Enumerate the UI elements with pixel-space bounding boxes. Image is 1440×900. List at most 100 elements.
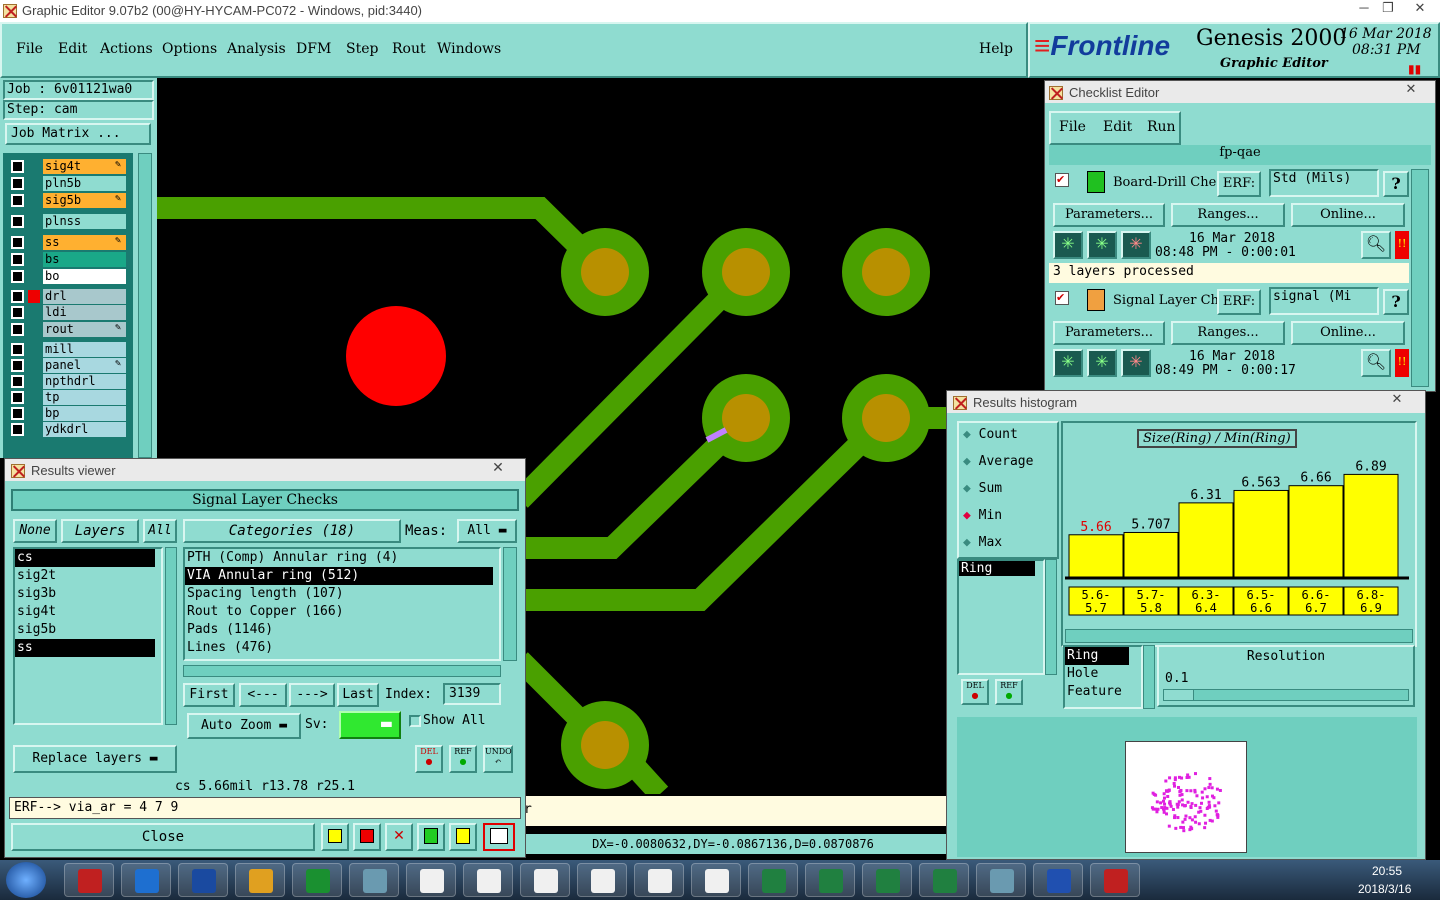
- result-layer-item[interactable]: sig5b: [15, 621, 155, 639]
- excel-icon[interactable]: [862, 863, 912, 897]
- save-icon[interactable]: [178, 863, 228, 897]
- layer-checkbox[interactable]: [11, 270, 24, 283]
- excel-icon[interactable]: [748, 863, 798, 897]
- genesis-window-icon[interactable]: [634, 863, 684, 897]
- feature-item[interactable]: Feature: [1065, 683, 1129, 701]
- layer-row[interactable]: plnss: [11, 214, 126, 229]
- checklist-scrollbar[interactable]: [1411, 169, 1429, 387]
- layer-checkbox[interactable]: [11, 194, 24, 207]
- zoom-icon[interactable]: 🔍︎: [1361, 231, 1391, 259]
- histogram-item-scrollbar[interactable]: [1045, 559, 1057, 675]
- menu-options[interactable]: Options: [162, 41, 217, 57]
- maximize-button[interactable]: ❐: [1376, 0, 1400, 16]
- menu-help[interactable]: Help: [979, 41, 1013, 57]
- check-1-online[interactable]: Online...: [1291, 203, 1405, 227]
- next-button[interactable]: --->: [289, 683, 335, 707]
- show-all-checkbox[interactable]: [409, 715, 421, 727]
- excel-icon[interactable]: [805, 863, 855, 897]
- checklist-menu-run[interactable]: Run: [1147, 119, 1176, 135]
- layer-checkbox[interactable]: [11, 215, 24, 228]
- layer-checkbox[interactable]: [11, 423, 24, 436]
- network-icon[interactable]: [349, 863, 399, 897]
- app-icon[interactable]: [64, 863, 114, 897]
- minimap-view[interactable]: [1125, 741, 1247, 853]
- layer-row[interactable]: npthdrl: [11, 374, 126, 389]
- menu-actions[interactable]: Actions: [100, 41, 153, 57]
- layers-button[interactable]: Layers: [61, 519, 139, 543]
- del-button[interactable]: DEL ●: [415, 745, 443, 773]
- results-viewer-close[interactable]: ✕: [477, 459, 519, 476]
- index-input[interactable]: 3139: [443, 683, 501, 705]
- layer-checkbox[interactable]: [11, 290, 24, 303]
- result-layer-item[interactable]: sig4t: [15, 603, 155, 621]
- layer-row[interactable]: ldi: [11, 305, 126, 320]
- layer-row[interactable]: mill: [11, 342, 126, 357]
- check-2-online[interactable]: Online...: [1291, 321, 1405, 345]
- histogram-bar[interactable]: [1068, 534, 1124, 578]
- ref-button[interactable]: REF ●: [449, 745, 477, 773]
- layer-checkbox[interactable]: [11, 236, 24, 249]
- feature-item[interactable]: Hole: [1065, 665, 1129, 683]
- category-item[interactable]: PTH (Comp) Annular ring (4): [185, 549, 493, 567]
- shell-icon[interactable]: [235, 863, 285, 897]
- checklist-menu-edit[interactable]: Edit: [1103, 119, 1132, 135]
- frontline-icon[interactable]: [292, 863, 342, 897]
- layer-checkbox[interactable]: [11, 160, 24, 173]
- result-layer-item[interactable]: ss: [15, 639, 155, 657]
- run-icon[interactable]: ✳: [1053, 349, 1083, 377]
- layer-row[interactable]: ss ✎: [11, 235, 126, 250]
- check-2-parameters[interactable]: Parameters...: [1053, 321, 1165, 345]
- categories-button[interactable]: Categories (18): [183, 519, 401, 543]
- histogram-bar[interactable]: [1343, 473, 1399, 578]
- genesis-window-icon[interactable]: [520, 863, 570, 897]
- check-1-parameters[interactable]: Parameters...: [1053, 203, 1165, 227]
- checklist-close[interactable]: ✕: [1391, 81, 1431, 97]
- sv-color-dropdown[interactable]: ▬: [339, 711, 401, 739]
- none-button[interactable]: None: [13, 519, 57, 543]
- category-item[interactable]: Lines (476): [185, 639, 493, 657]
- check-2-ranges[interactable]: Ranges...: [1171, 321, 1285, 345]
- genesis-window-icon[interactable]: [406, 863, 456, 897]
- mode-radio-max[interactable]: ◆ Max: [963, 535, 1002, 550]
- category-hscrollbar[interactable]: [183, 665, 501, 677]
- layer-row[interactable]: drl: [11, 289, 126, 304]
- replace-layers-dropdown[interactable]: Replace layers ▬: [13, 745, 177, 773]
- check-2-erf-value[interactable]: signal (Mi: [1269, 287, 1379, 315]
- job-matrix-button[interactable]: Job Matrix ...: [5, 123, 151, 145]
- menu-file[interactable]: File: [16, 41, 43, 57]
- tool-icon-3[interactable]: ✕: [385, 823, 413, 851]
- menu-rout[interactable]: Rout: [392, 41, 426, 57]
- layer-row[interactable]: sig4t ✎: [11, 159, 126, 174]
- layer-row[interactable]: tp: [11, 390, 126, 405]
- histogram-item[interactable]: Ring: [959, 561, 1035, 576]
- layer-row[interactable]: sig5b ✎: [11, 193, 126, 208]
- run-icon[interactable]: ✳: [1053, 231, 1083, 259]
- menu-windows[interactable]: Windows: [437, 41, 501, 57]
- auto-zoom-dropdown[interactable]: Auto Zoom ▬: [187, 713, 301, 739]
- run-icon[interactable]: ✳: [1121, 231, 1151, 259]
- layer-checkbox[interactable]: [11, 177, 24, 190]
- pdf-icon[interactable]: [1090, 863, 1140, 897]
- genesis-window-icon[interactable]: [577, 863, 627, 897]
- check-2-enabled[interactable]: ✔: [1055, 291, 1069, 305]
- check-2-help-button[interactable]: ?: [1383, 289, 1409, 315]
- layer-row[interactable]: bs: [11, 252, 126, 267]
- run-icon[interactable]: ✳: [1087, 349, 1117, 377]
- check-1-erf-value[interactable]: Std (Mils): [1269, 169, 1379, 197]
- all-button[interactable]: All: [143, 519, 177, 543]
- minimize-button[interactable]: ─: [1352, 0, 1376, 15]
- tool-icon-2[interactable]: [353, 823, 381, 851]
- histogram-ref-button[interactable]: REF ●: [995, 679, 1023, 705]
- layer-row[interactable]: bo: [11, 269, 126, 284]
- histogram-icon[interactable]: [483, 823, 515, 851]
- check-1-enabled[interactable]: ✔: [1055, 173, 1069, 187]
- network-icon[interactable]: [976, 863, 1026, 897]
- mode-radio-sum[interactable]: ◆ Sum: [963, 481, 1002, 496]
- first-button[interactable]: First: [183, 683, 235, 707]
- result-layer-item[interactable]: cs: [15, 549, 155, 567]
- layer-checkbox[interactable]: [11, 323, 24, 336]
- prev-button[interactable]: <---: [239, 683, 287, 707]
- check-1-help-button[interactable]: ?: [1383, 171, 1409, 197]
- layer-checkbox[interactable]: [11, 391, 24, 404]
- layer-row[interactable]: panel ✎: [11, 358, 126, 373]
